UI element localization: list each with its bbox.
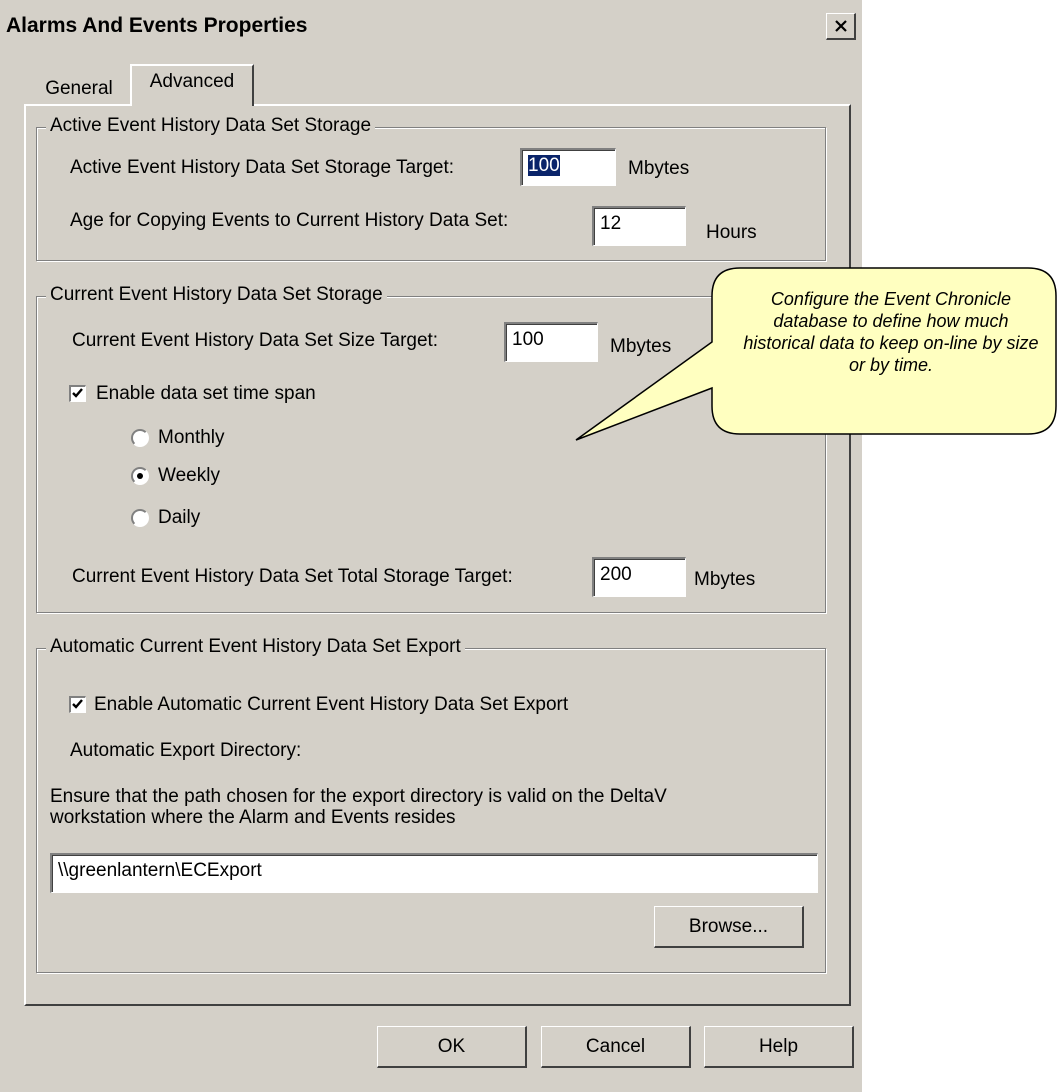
callout-text: Configure the Event Chronicle database t… — [743, 289, 1039, 375]
tab-advanced[interactable]: Advanced — [130, 64, 254, 106]
callout-balloon — [575, 267, 1057, 441]
